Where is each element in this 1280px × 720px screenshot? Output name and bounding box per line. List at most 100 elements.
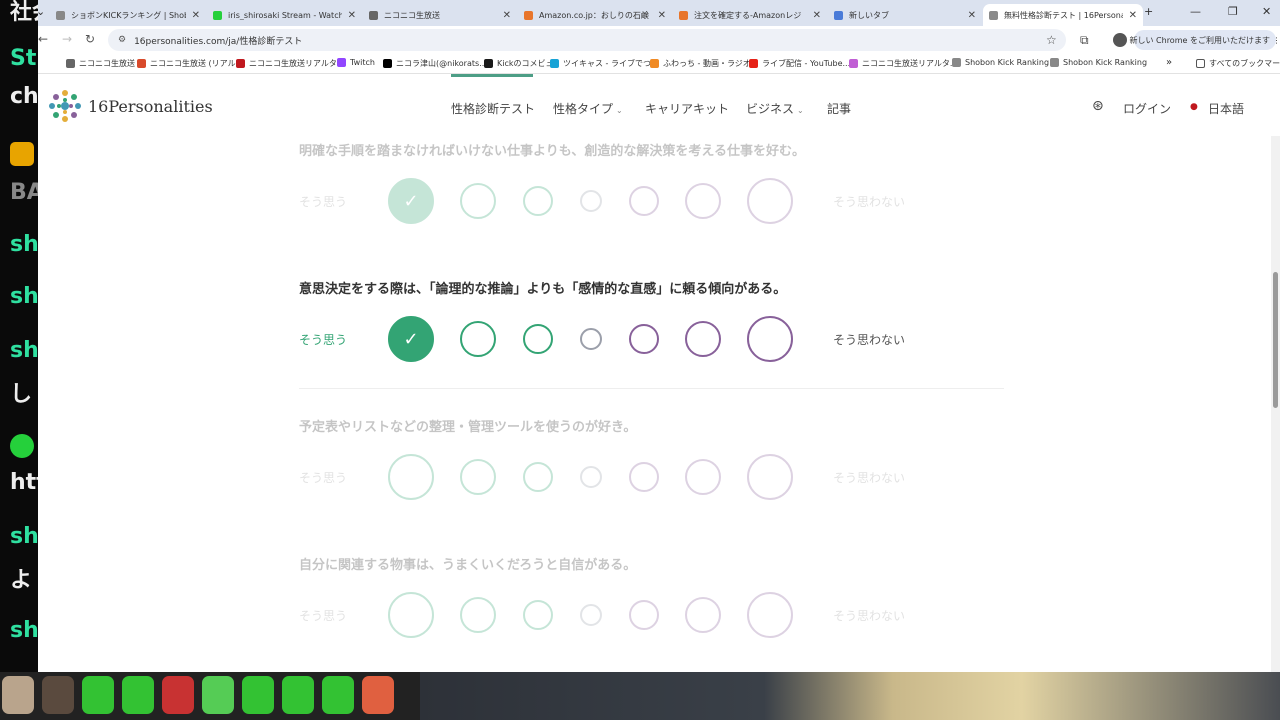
answer-option-slightly-agree[interactable] [523,462,553,492]
profile-avatar[interactable] [1113,33,1127,47]
bookmark-item[interactable]: Shobon Kick Ranking [1050,58,1147,67]
answer-option-strongly-agree[interactable]: ✓ [388,316,434,362]
bookmark-favicon-icon [383,59,392,68]
bookmark-item[interactable]: Twitch [337,58,375,67]
chevron-down-icon: ⌄ [616,106,623,115]
answer-option-disagree[interactable] [685,597,721,633]
overlay-chat-text: St [10,46,37,71]
tab-favicon-icon [524,10,533,20]
tab-favicon-icon [56,10,65,20]
bookmark-item[interactable]: Kickのコメビュ [484,58,554,69]
answer-option-slightly-agree[interactable] [523,324,553,354]
nav-link-label: 記事 [827,102,852,116]
answer-option-strongly-disagree[interactable] [747,592,793,638]
answer-option-neutral[interactable] [580,190,602,212]
nav-link[interactable]: 記事 [827,100,851,117]
answer-option-disagree[interactable] [685,183,721,219]
nav-link[interactable]: ビジネス ⌄ [746,100,804,117]
browser-tab[interactable]: 注文を確定する-Amazonレジ ✕ [673,4,827,26]
answer-option-slightly-disagree[interactable] [629,600,659,630]
browser-tab[interactable]: 無料性格診断テスト | 16Personali ✕ [983,4,1143,26]
answer-option-slightly-disagree[interactable] [629,462,659,492]
answer-option-neutral[interactable] [580,328,602,350]
bookmark-item[interactable]: ニコラ津山(@nikorats... [383,58,487,69]
stream-chat-overlay: 社会 St ch BA sh sh sh し htt sh よ sh [0,0,38,672]
page-scrollbar[interactable] [1271,136,1280,672]
bookmark-item[interactable]: ニコニコ生放送リアルタ... [849,58,958,69]
bookmark-item[interactable]: ふわっち - 動画・ラジオ... [650,58,758,69]
answer-option-neutral[interactable] [580,466,602,488]
browser-tab[interactable]: ニコニコ生放送 ✕ [363,4,517,26]
site-logo[interactable]: 16Personalities [48,89,213,123]
tab-close-icon[interactable]: ✕ [1129,10,1137,21]
answer-option-strongly-agree[interactable]: ✓ [388,178,434,224]
tab-search-icon[interactable]: ⌄ [38,5,45,18]
answer-option-agree[interactable] [460,321,496,357]
tab-close-icon[interactable]: ✕ [813,10,821,21]
extensions-icon[interactable]: ⧉ [1080,33,1089,48]
nav-link[interactable]: 性格診断テスト [451,100,535,117]
answer-option-slightly-disagree[interactable] [629,186,659,216]
overlay-chat-text: 社会 [10,0,38,25]
forward-button[interactable]: → [62,32,72,46]
update-chrome-button[interactable]: 新しい Chrome をご利用いただけます ⋮ [1130,30,1280,50]
bookmark-item[interactable]: ニコニコ生放送 (リアル... [137,58,243,69]
answer-option-strongly-agree[interactable] [388,454,434,500]
answer-option-slightly-agree[interactable] [523,186,553,216]
answer-option-slightly-disagree[interactable] [629,324,659,354]
nav-link[interactable]: 性格タイプ ⌄ [553,100,623,117]
disagree-label: そう思わない [833,333,906,347]
login-link[interactable]: ログイン [1123,100,1171,117]
bookmarks-more-button[interactable]: » [1166,57,1172,68]
reload-button[interactable]: ↻ [85,32,95,46]
tab-close-icon[interactable]: ✕ [348,10,356,21]
green-emote-icon [322,676,354,714]
answer-option-disagree[interactable] [685,321,721,357]
browser-tab[interactable]: ショボンKICKランキング | Shobon Ki ✕ [50,4,206,26]
answer-option-strongly-disagree[interactable] [747,178,793,224]
tab-close-icon[interactable]: ✕ [192,10,200,21]
answer-option-agree[interactable] [460,183,496,219]
language-selector[interactable]: 日本語 [1208,100,1244,117]
answer-option-strongly-agree[interactable] [388,592,434,638]
bookmark-item[interactable]: ニコニコ生放送リアルタ... [236,58,345,69]
question-text: 明確な手順を踏まなければいけない仕事よりも、創造的な解決策を考える仕事を好む。 [299,144,805,159]
window-close-button[interactable]: ✕ [1262,5,1271,18]
tab-close-icon[interactable]: ✕ [968,10,976,21]
answer-option-disagree[interactable] [685,459,721,495]
tab-title: iris_shirosaki Stream - Watch Li [228,10,342,20]
bookmark-item[interactable]: ライブ配信 - YouTube... [749,58,850,69]
minimize-button[interactable]: — [1190,5,1201,18]
answer-option-agree[interactable] [460,459,496,495]
bookmark-item[interactable]: ツイキャス - ライブでつ... [550,58,659,69]
bookmark-star-icon[interactable]: ☆ [1046,33,1057,47]
answer-option-neutral[interactable] [580,604,602,626]
new-tab-button[interactable]: + [1144,5,1153,18]
site-info-icon[interactable]: ⚙ [118,35,126,45]
overlay-chat-text: ch [10,84,38,109]
scrollbar-thumb[interactable] [1273,272,1278,408]
bookmark-label: Shobon Kick Ranking [1063,58,1148,67]
answer-option-strongly-disagree[interactable] [747,454,793,500]
bookmark-label: ふわっち - 動画・ラジオ... [663,59,759,68]
overlay-chat-text: sh [10,524,38,549]
address-bar[interactable]: ⚙ 16personalities.com/ja/性格診断テスト [108,29,1066,51]
nav-link[interactable]: キャリアキット [645,100,729,117]
answer-option-strongly-disagree[interactable] [747,316,793,362]
tab-close-icon[interactable]: ✕ [503,10,511,21]
bookmark-item[interactable]: ニコニコ生放送 [66,58,135,69]
red-emote-icon [162,676,194,714]
browser-tab[interactable]: iris_shirosaki Stream - Watch Li ✕ [207,4,362,26]
browser-tab[interactable]: Amazon.co.jp：おしりの石鹸 ✕ [518,4,672,26]
all-bookmarks-button[interactable]: すべてのブックマーク [1196,58,1280,69]
overlay-chat-text: sh [10,618,38,643]
answer-option-slightly-agree[interactable] [523,600,553,630]
accessibility-icon[interactable]: ⊛ [1092,98,1104,114]
back-button[interactable]: ← [38,32,48,46]
browser-tab[interactable]: 新しいタブ ✕ [828,4,982,26]
bookmark-item[interactable]: Shobon Kick Ranking [952,58,1049,67]
tab-favicon-icon [369,10,378,20]
answer-option-agree[interactable] [460,597,496,633]
restore-button[interactable]: ❐ [1228,5,1238,18]
tab-close-icon[interactable]: ✕ [658,10,666,21]
